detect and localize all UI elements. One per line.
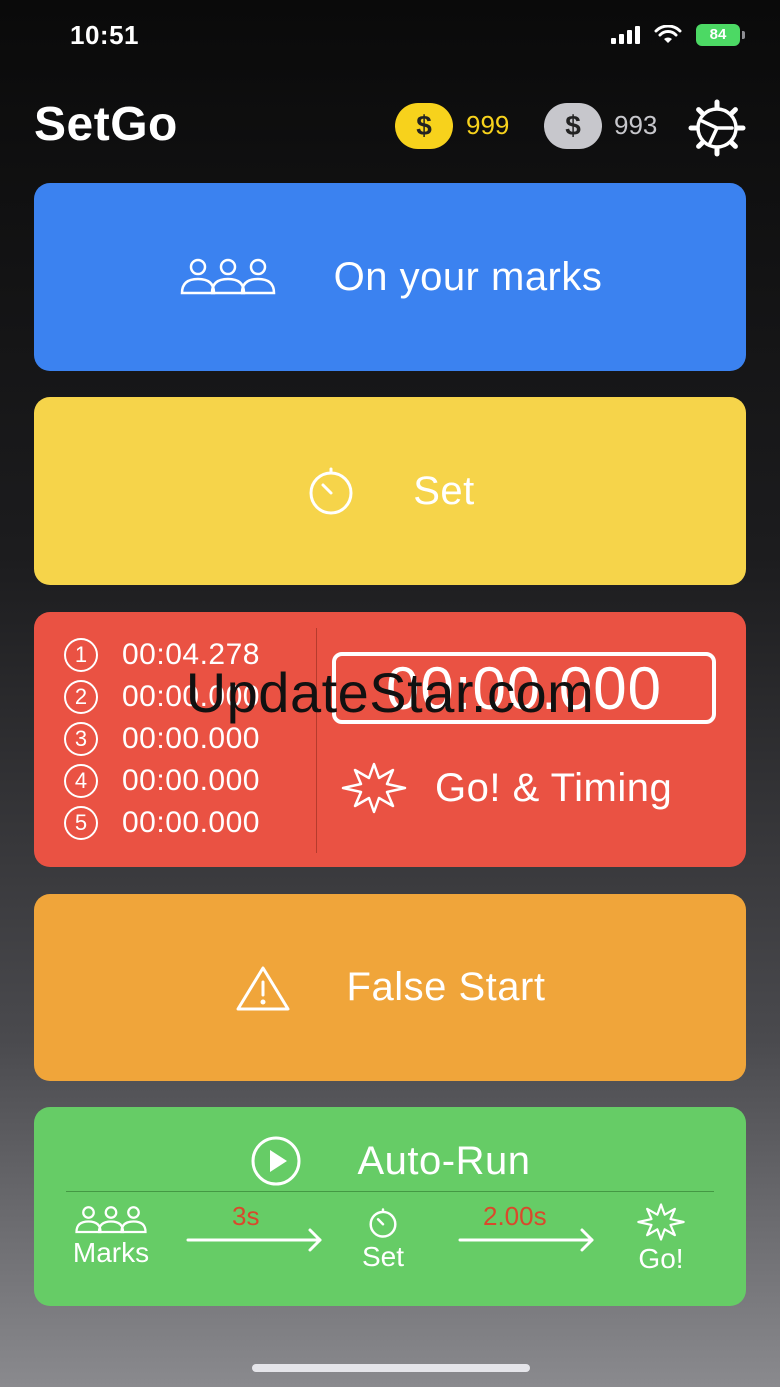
cellular-signal-icon: [611, 26, 640, 44]
gold-coin-icon[interactable]: $: [395, 103, 453, 149]
lap-time: 00:00.000: [122, 764, 260, 797]
auto-run-step-set: Set: [362, 1207, 404, 1273]
set-label: Set: [413, 468, 475, 513]
home-indicator[interactable]: [252, 1364, 530, 1372]
status-bar: 10:51 84: [0, 0, 780, 70]
watermark-text: UpdateStar.com: [185, 661, 595, 724]
lap-number: 5: [64, 806, 98, 840]
header: SetGo $ 999 $ 993: [34, 95, 746, 160]
arrow-right-icon: [458, 1228, 594, 1252]
people-icon: [180, 258, 275, 295]
on-your-marks-button[interactable]: On your marks: [34, 183, 746, 371]
marks-label: On your marks: [333, 254, 603, 299]
starburst-icon: [341, 762, 407, 814]
wifi-icon: [654, 25, 682, 43]
auto-run-step-go: Go!: [634, 1203, 688, 1275]
stopwatch-icon: [309, 467, 353, 515]
go-row: Go! & Timing: [339, 762, 672, 814]
auto-run-step-marks: Marks: [72, 1205, 150, 1269]
marks-row: On your marks: [34, 183, 746, 371]
lap-row: 5 00:00.000: [64, 802, 260, 844]
set-button[interactable]: Set: [34, 397, 746, 585]
auto-run-label: Auto-Run: [357, 1138, 531, 1183]
auto-run-button[interactable]: Auto-Run Marks 3s Set 2.00s Go!: [34, 1107, 746, 1306]
lap-number: 4: [64, 764, 98, 798]
arrow-right-icon: [186, 1228, 322, 1252]
lap-time: 00:00.000: [122, 806, 260, 839]
gold-coin-count: 999: [466, 110, 510, 140]
set-step-label: Set: [362, 1241, 405, 1272]
lap-time: 00:00.000: [122, 722, 260, 755]
app-title: SetGo: [34, 98, 178, 151]
warning-icon: [236, 966, 290, 1010]
false-start-row: False Start: [34, 894, 746, 1081]
auto-run-divider: [66, 1191, 714, 1192]
lap-row: 4 00:00.000: [64, 760, 260, 802]
battery-icon: 84: [696, 24, 745, 46]
status-time: 10:51: [70, 20, 139, 50]
silver-coin-count: 993: [614, 110, 658, 140]
false-start-label: False Start: [346, 965, 546, 1009]
lap-number: 3: [64, 722, 98, 756]
status-icons: 84: [611, 24, 745, 46]
play-icon: [251, 1136, 300, 1186]
marks-step-label: Marks: [72, 1237, 150, 1268]
starburst-icon: [637, 1203, 685, 1241]
set-row: Set: [34, 397, 746, 585]
settings-gear-icon[interactable]: [688, 99, 746, 157]
people-icon: [75, 1206, 147, 1234]
silver-coin-icon[interactable]: $: [544, 103, 602, 149]
false-start-button[interactable]: False Start: [34, 894, 746, 1081]
go-timing-label: Go! & Timing: [435, 765, 673, 810]
auto-run-header: Auto-Run: [34, 1135, 746, 1187]
go-step-label: Go!: [638, 1243, 684, 1274]
go-timing-button[interactable]: 1 00:04.278 2 00:00.000 3 00:00.000 4 00…: [34, 612, 746, 867]
stopwatch-icon: [369, 1208, 397, 1238]
